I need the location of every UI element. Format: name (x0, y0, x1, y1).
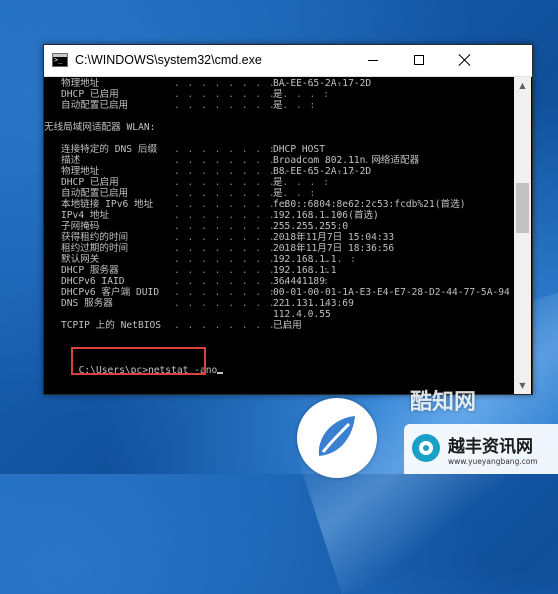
brand-url: www.yueyangbang.com (448, 457, 538, 466)
minimize-button[interactable] (350, 45, 396, 76)
console-row: DHCP 已启用 . . . . . . . . . . . : 是 (44, 89, 329, 100)
row-value: 192.168.1.1 (273, 254, 337, 265)
close-button[interactable] (442, 45, 488, 76)
row-label: 本地链接 IPv6 地址 (61, 199, 154, 210)
row-label: DNS 服务器 (61, 298, 113, 309)
close-icon (459, 54, 471, 66)
console-row: DHCPv6 客户端 DUID . . . . . . . : 00-01-00… (44, 287, 510, 298)
row-value: 364441189 (273, 276, 325, 287)
row-value: Broadcom 802.11n 网络适配器 (273, 155, 420, 166)
row-value: 2018年11月7日 15:04:33 (273, 232, 395, 243)
watermark-leaf-icon (318, 416, 355, 456)
watermark-logo-circle (297, 398, 377, 478)
console-row: 租约过期的时间 . . . . . . . . . : 2018年11月7日 1… (44, 243, 394, 254)
console-row: 自动配置已启用 . . . . . . . . . . : 是 (44, 100, 315, 111)
text-cursor (217, 372, 224, 374)
console-row: 描述 . . . . . . . . . . . . . . . : Broad… (44, 155, 419, 166)
row-dots: . . . . . . . . : (174, 320, 290, 331)
console-row: 本地链接 IPv6 地址 . . . . . . . . : fe80::680… (44, 199, 465, 210)
watermark-logo-text: 酷知网 (410, 390, 477, 415)
maximize-button[interactable] (396, 45, 442, 76)
console-row: DHCP 已启用 . . . . . . . . . . . : 是 (44, 177, 329, 188)
row-value: 192.168.1.106(首选) (273, 210, 379, 221)
row-label: 子网掩码 (61, 221, 100, 232)
scroll-down-arrow-icon[interactable]: ▼ (514, 377, 531, 394)
console-row: TCPIP 上的 NetBIOS . . . . . . . . : 已启用 (44, 320, 302, 331)
maximize-icon (414, 55, 424, 65)
row-label: TCPIP 上的 NetBIOS (61, 320, 162, 331)
brand-mark-icon (412, 434, 440, 462)
row-value: 是 (273, 188, 283, 199)
console-row: 112.4.0.55 (44, 309, 331, 320)
vertical-scrollbar[interactable]: ▲ ▼ (514, 77, 531, 394)
watermark-brand: 越丰资讯网 www.yueyangbang.com (404, 424, 558, 474)
row-label: 连接特定的 DNS 后缀 (61, 144, 158, 155)
row-label: IPv4 地址 (61, 210, 110, 221)
console-row: DHCP 服务器 . . . . . . . . . . . : 192.168… (44, 265, 337, 276)
console-row: DNS 服务器 . . . . . . . . . . . . : 221.13… (44, 298, 354, 309)
console-row: 默认网关 . . . . . . . . . . . . . : 192.168… (44, 254, 356, 265)
row-value: 是 (273, 100, 283, 111)
row-label: DHCPv6 IAID (61, 276, 125, 287)
row-dots: . . . . . . . : (174, 144, 276, 155)
row-value: DHCP HOST (273, 144, 325, 155)
row-value: 2018年11月7日 18:36:56 (273, 243, 395, 254)
row-value: B8-EE-65-2A-17-2D (273, 166, 372, 177)
cmd-icon (52, 53, 68, 67)
row-dots: . . . . . . . . . . . : (174, 89, 330, 100)
section-header: 无线局域网适配器 WLAN: (44, 122, 156, 133)
title-bar[interactable]: C:\WINDOWS\system32\cmd.exe (44, 45, 532, 77)
brand-name: 越丰资讯网 (448, 437, 533, 457)
row-value: 是 (273, 177, 283, 188)
row-dots: . . . . . . . . . . : (174, 188, 317, 199)
row-label: DHCPv6 客户端 DUID (61, 287, 160, 298)
row-value: 221.131.143.69 (273, 298, 354, 309)
scroll-up-arrow-icon[interactable]: ▲ (514, 77, 531, 94)
row-label: 自动配置已启用 (61, 100, 129, 111)
row-label: 物理地址 (61, 78, 100, 89)
row-label: DHCP 服务器 (61, 265, 119, 276)
console-row: 物理地址 . . . . . . . . . . . . . : B8-EE-6… (44, 166, 371, 177)
cmd-window[interactable]: C:\WINDOWS\system32\cmd.exe 物理地址 . . . .… (43, 44, 533, 395)
row-value: 是 (273, 89, 283, 100)
row-label: 描述 (61, 155, 81, 166)
row-dots: . . . . . . . : (174, 287, 276, 298)
console-row: 自动配置已启用 . . . . . . . . . . : 是 (44, 188, 315, 199)
row-label: 租约过期的时间 (61, 243, 129, 254)
row-label: DHCP 已启用 (61, 89, 119, 100)
row-dots: . . . . . . . . . . : (174, 100, 317, 111)
console-row: 子网掩码 . . . . . . . . . . . . : 255.255.2… (44, 221, 348, 232)
row-value: 已启用 (273, 320, 302, 331)
console-row: 获得租约的时间 . . . . . . . . . : 2018年11月7日 1… (44, 232, 394, 243)
row-label: 默认网关 (61, 254, 100, 265)
row-value: 192.168.1.1 (273, 265, 337, 276)
row-value: fe80::6804:8e62:2c53:fcdb%21(首选) (273, 199, 466, 210)
console-row: 物理地址 . . . . . . . . . . . . . BA-EE-65-… (44, 78, 371, 89)
command-highlight-box (71, 347, 206, 375)
row-label: 自动配置已启用 (61, 188, 129, 199)
window-title: C:\WINDOWS\system32\cmd.exe (75, 53, 262, 67)
row-value: 255.255.255.0 (273, 221, 349, 232)
row-value: BA-EE-65-2A-17-2D (273, 78, 372, 89)
row-dots: . . . . . . . . . . . : (174, 177, 330, 188)
row-dots: . . . . . . . . : (174, 199, 290, 210)
minimize-icon (368, 60, 378, 61)
console-row: DHCPv6 IAID . . . . . . . . . . . : 3644… (44, 276, 329, 287)
row-label: DHCP 已启用 (61, 177, 119, 188)
row-label: 获得租约的时间 (61, 232, 129, 243)
scroll-thumb[interactable] (516, 183, 529, 233)
row-value: 112.4.0.55 (273, 309, 331, 320)
row-label: 物理地址 (61, 166, 100, 177)
row-value: 00-01-00-01-1A-E3-E4-E7-28-D2-44-77-5A-9… (273, 287, 510, 298)
console-row: 连接特定的 DNS 后缀 . . . . . . . : DHCP HOST (44, 144, 325, 155)
console-row: IPv4 地址 . . . . . . . . . . . . : 192.16… (44, 210, 379, 221)
